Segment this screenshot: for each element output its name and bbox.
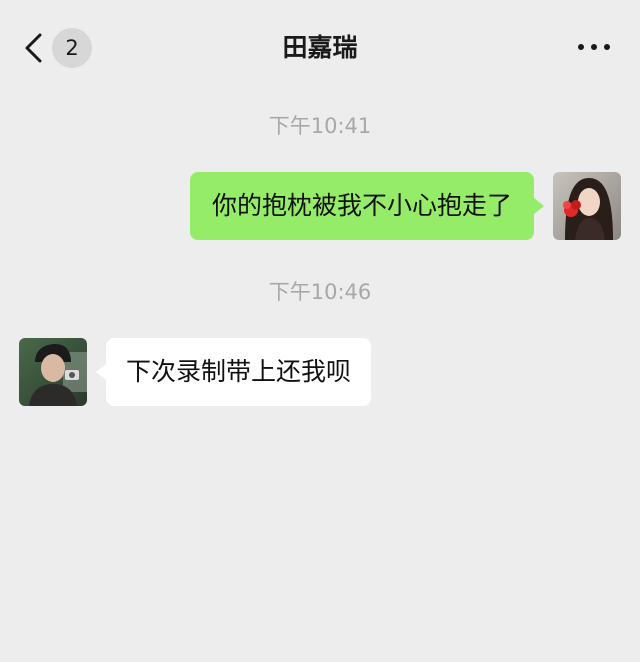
- chat-screen: 2 田嘉瑞 下午10:41 你的抱枕被我不小心抱走了 下午10:46 下次录制带…: [0, 0, 640, 662]
- chat-header: 2 田嘉瑞: [0, 0, 640, 96]
- more-dots-icon: [604, 44, 610, 50]
- message-timestamp: 下午10:41: [268, 114, 372, 138]
- chat-title: 田嘉瑞: [282, 33, 358, 62]
- message-text: 下次录制带上还我呗: [126, 357, 352, 386]
- back-button[interactable]: 2: [22, 28, 102, 68]
- bubble-tail: [534, 198, 544, 214]
- more-dots-icon: [591, 44, 597, 50]
- avatar-image: [19, 338, 87, 406]
- bubble-tail: [96, 364, 106, 380]
- message-timestamp: 下午10:46: [268, 280, 372, 304]
- message-text: 你的抱枕被我不小心抱走了: [211, 191, 512, 220]
- more-options-button[interactable]: [572, 32, 616, 62]
- chevron-left-icon: [25, 33, 42, 63]
- avatar-image: [553, 172, 621, 240]
- contact-avatar[interactable]: [19, 338, 87, 406]
- sent-message-bubble[interactable]: 你的抱枕被我不小心抱走了: [189, 172, 544, 240]
- unread-count-badge: 2: [52, 28, 92, 68]
- received-message-bubble[interactable]: 下次录制带上还我呗: [96, 338, 372, 406]
- my-avatar[interactable]: [553, 172, 621, 240]
- more-dots-icon: [578, 44, 584, 50]
